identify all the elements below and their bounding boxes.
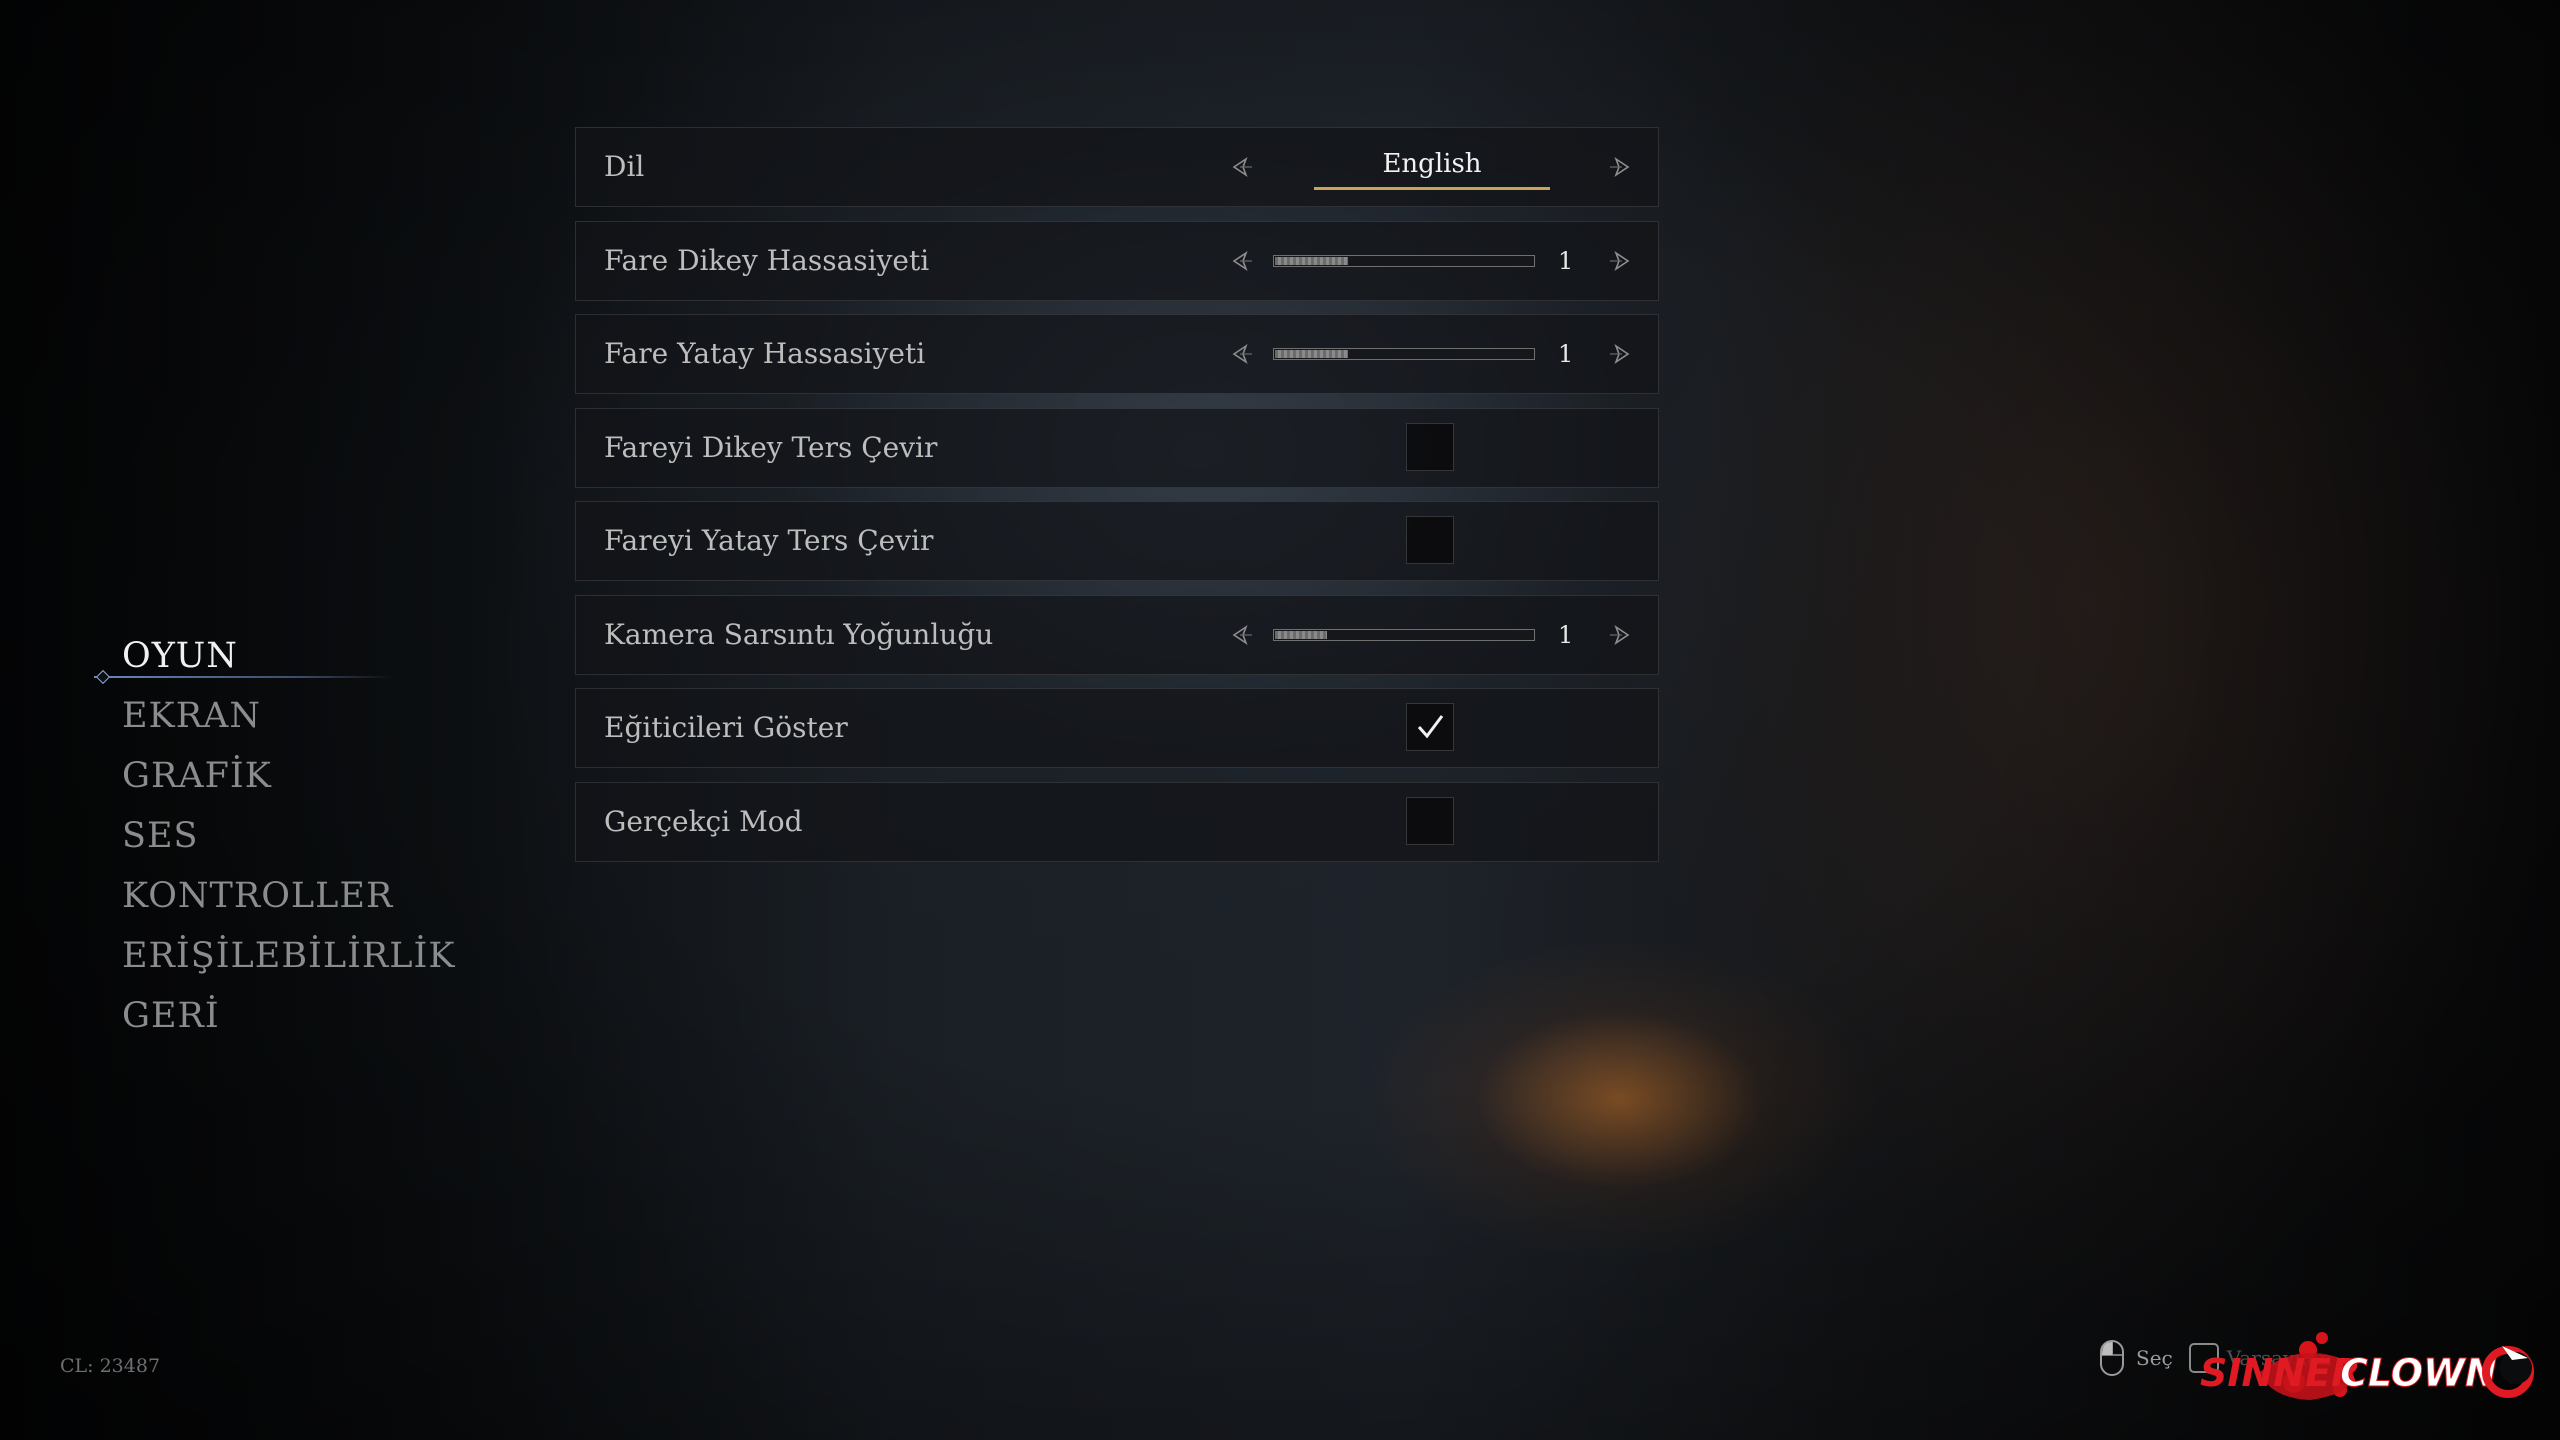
- invert-vertical-label: Fareyi Dikey Ters Çevir: [604, 430, 938, 464]
- slider-value: 1: [1558, 340, 1574, 368]
- setting-row-show-tutorials: Eğiticileri Göster: [575, 688, 1659, 768]
- setting-row-mouse-horizontal-sensitivity: Fare Yatay Hassasiyeti 1: [575, 314, 1659, 394]
- setting-row-camera-shake: Kamera Sarsıntı Yoğunluğu 1: [575, 594, 1659, 675]
- setting-row-mouse-vertical-sensitivity: Fare Dikey Hassasiyeti 1: [575, 220, 1659, 301]
- mouse-vertical-sensitivity-label: Fare Dikey Hassasiyeti: [604, 243, 930, 277]
- invert-horizontal-checkbox[interactable]: [1406, 516, 1454, 564]
- sinnerclown-watermark-logo: SINNER CLOWN: [2190, 1310, 2540, 1420]
- settings-panel: Dil English Fare Dikey Hassasiyeti 1 Far…: [575, 127, 1659, 875]
- watermark-sinner-text: SINNER: [2200, 1351, 2360, 1395]
- arrow-left-icon[interactable]: [1231, 623, 1255, 647]
- arrow-right-icon[interactable]: [1607, 623, 1631, 647]
- hint-select-label: Seç: [2136, 1346, 2173, 1370]
- slider-fill: [1275, 350, 1348, 358]
- active-menu-underline: [94, 676, 394, 678]
- menu-item-kontroller[interactable]: KONTROLLER: [122, 866, 442, 926]
- settings-category-menu: OYUN EKRAN GRAFİK SES KONTROLLER ERİŞİLE…: [94, 626, 455, 1046]
- slider-fill: [1275, 630, 1327, 639]
- slider-value: 1: [1558, 620, 1574, 649]
- game-settings-screen: OYUN EKRAN GRAFİK SES KONTROLLER ERİŞİLE…: [0, 0, 2560, 1440]
- camera-shake-label: Kamera Sarsıntı Yoğunluğu: [604, 617, 994, 651]
- mouse-vertical-sensitivity-slider[interactable]: [1273, 254, 1535, 267]
- realistic-mode-checkbox[interactable]: [1406, 796, 1454, 845]
- arrow-left-icon[interactable]: [1231, 249, 1255, 273]
- arrow-right-icon[interactable]: [1607, 155, 1631, 179]
- setting-row-invert-vertical: Fareyi Dikey Ters Çevir: [575, 407, 1659, 488]
- menu-item-erisilebilirlik[interactable]: ERİŞİLEBİLİRLİK: [122, 926, 455, 986]
- menu-item-geri[interactable]: GERİ: [122, 986, 442, 1046]
- invert-vertical-checkbox[interactable]: [1406, 422, 1454, 471]
- slider-fill: [1275, 256, 1348, 265]
- show-tutorials-checkbox[interactable]: [1406, 703, 1454, 751]
- build-number-label: CL: 23487: [60, 1355, 161, 1377]
- language-select-value[interactable]: English: [1314, 142, 1550, 190]
- menu-item-ekran[interactable]: EKRAN: [122, 686, 442, 746]
- checkmark-icon: [1417, 715, 1444, 739]
- language-label: Dil: [604, 150, 645, 183]
- mouse-horizontal-sensitivity-label: Fare Yatay Hassasiyeti: [604, 337, 926, 370]
- slider-value: 1: [1558, 246, 1574, 275]
- arrow-right-icon[interactable]: [1607, 342, 1631, 366]
- arrow-left-icon[interactable]: [1231, 342, 1255, 366]
- watermark-clown-text: CLOWN: [2340, 1351, 2497, 1395]
- mouse-horizontal-sensitivity-slider[interactable]: [1273, 348, 1535, 360]
- setting-row-realistic-mode: Gerçekçi Mod: [575, 781, 1659, 862]
- arrow-right-icon[interactable]: [1607, 249, 1631, 273]
- menu-item-grafik[interactable]: GRAFİK: [122, 746, 442, 806]
- camera-shake-slider[interactable]: [1273, 628, 1535, 641]
- invert-horizontal-label: Fareyi Yatay Ters Çevir: [604, 524, 934, 557]
- realistic-mode-label: Gerçekçi Mod: [604, 804, 803, 838]
- menu-item-ses[interactable]: SES: [122, 806, 442, 866]
- setting-row-language: Dil English: [575, 127, 1659, 207]
- show-tutorials-label: Eğiticileri Göster: [604, 711, 848, 744]
- active-menu-diamond-icon: [95, 669, 111, 685]
- setting-row-invert-horizontal: Fareyi Yatay Ters Çevir: [575, 501, 1659, 581]
- mouse-icon: [2100, 1340, 2124, 1376]
- arrow-left-icon[interactable]: [1231, 155, 1255, 179]
